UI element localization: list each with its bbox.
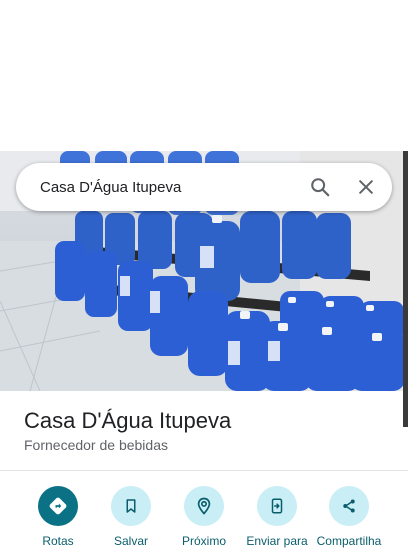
nearby-label: Próximo xyxy=(181,534,226,548)
save-label: Salvar xyxy=(113,534,148,548)
directions-icon xyxy=(38,486,78,526)
action-bar: Rotas Salvar Próximo Enviar para Compart… xyxy=(0,486,408,548)
search-bar[interactable]: Casa D'Água Itupeva xyxy=(16,163,392,211)
search-icon[interactable] xyxy=(300,167,340,207)
scrollbar[interactable] xyxy=(403,151,408,427)
place-category: Fornecedor de bebidas xyxy=(24,437,168,453)
share-label: Compartilha xyxy=(316,534,382,548)
close-icon[interactable] xyxy=(346,167,386,207)
nearby-button[interactable]: Próximo xyxy=(164,486,244,548)
nearby-icon xyxy=(184,486,224,526)
share-button[interactable]: Compartilha xyxy=(309,486,389,548)
send-to-phone-button[interactable]: Enviar para xyxy=(237,486,317,548)
bookmark-icon xyxy=(111,486,151,526)
search-query[interactable]: Casa D'Água Itupeva xyxy=(40,179,300,196)
map-blank-area xyxy=(0,0,408,151)
send-to-phone-icon xyxy=(257,486,297,526)
save-button[interactable]: Salvar xyxy=(91,486,171,548)
directions-button[interactable]: Rotas xyxy=(18,486,98,548)
share-icon xyxy=(329,486,369,526)
send-to-phone-label: Enviar para xyxy=(246,534,308,548)
place-title: Casa D'Água Itupeva xyxy=(24,408,232,433)
directions-label: Rotas xyxy=(42,534,74,548)
divider xyxy=(0,470,408,471)
